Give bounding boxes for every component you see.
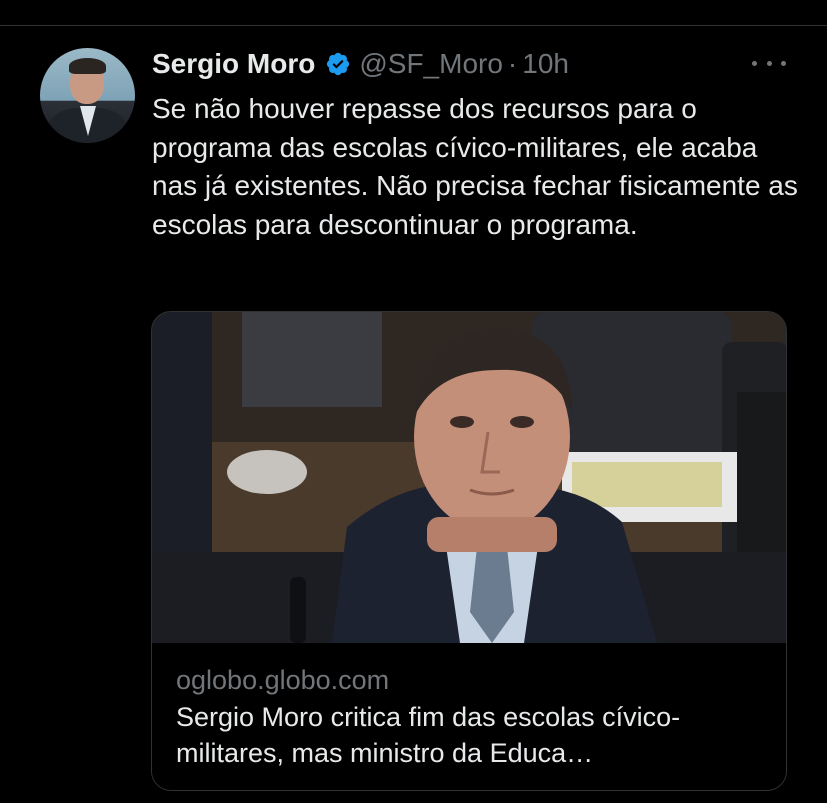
tweet-time[interactable]: 10h: [522, 48, 569, 80]
separator-dot: ·: [507, 48, 518, 79]
link-card-domain: oglobo.globo.com: [176, 665, 390, 695]
avatar[interactable]: [40, 48, 135, 143]
link-card-image[interactable]: [152, 312, 786, 643]
author-handle[interactable]: @SF_Moro: [359, 48, 503, 80]
verified-badge-icon[interactable]: [325, 51, 351, 77]
link-card-title: Sergio Moro critica fim das escolas cívi…: [176, 702, 681, 768]
tweet-text: Se não houver repasse dos recursos para …: [152, 93, 798, 240]
author-name[interactable]: Sergio Moro: [152, 48, 315, 80]
top-divider: [0, 25, 827, 26]
more-options-icon[interactable]: [752, 52, 786, 74]
link-card-meta[interactable]: oglobo.globo.com Sergio Moro critica fim…: [152, 643, 786, 790]
avatar-hair: [69, 58, 106, 74]
tweet-header: Sergio Moro @SF_Moro · 10h: [152, 44, 569, 84]
link-card[interactable]: oglobo.globo.com Sergio Moro critica fim…: [151, 311, 787, 791]
